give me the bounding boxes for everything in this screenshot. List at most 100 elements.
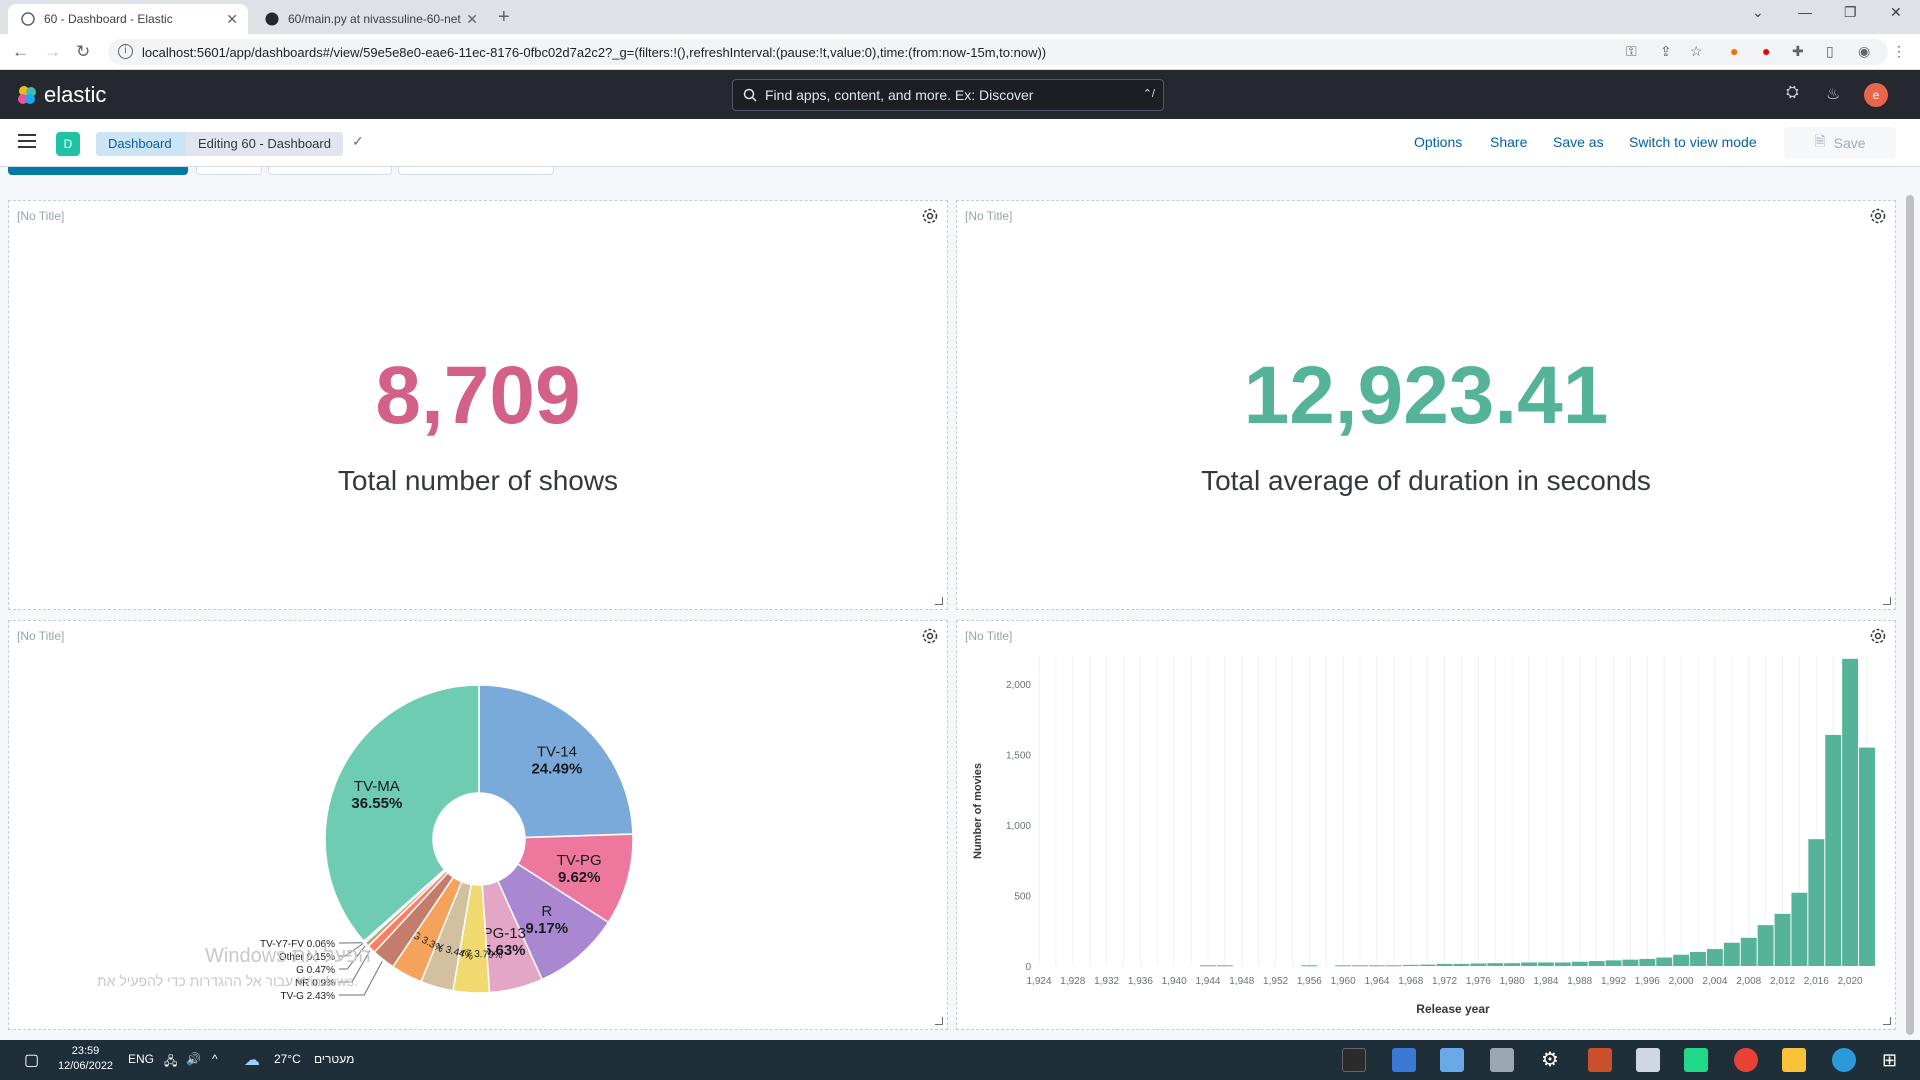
histogram-bar[interactable] — [1690, 951, 1706, 966]
histogram-bar[interactable] — [1808, 839, 1825, 966]
histogram-bar[interactable] — [1521, 962, 1537, 966]
save-button[interactable]: 🗎 Save — [1784, 127, 1896, 159]
global-search-input[interactable]: Find apps, content, and more. Ex: Discov… — [732, 79, 1164, 111]
histogram-bar[interactable] — [1554, 962, 1571, 966]
reload-icon[interactable]: ↻ — [76, 42, 90, 62]
switch-to-view-mode-button[interactable]: Switch to view mode — [1629, 134, 1757, 150]
bar-panel[interactable]: [No Title] 0 500 1,000 1,500 2,000 1,924 1,928… — [956, 620, 1896, 1030]
opera-extension-icon[interactable]: ● — [1762, 43, 1770, 59]
histogram-bar[interactable] — [1622, 959, 1639, 966]
key-icon[interactable]: ⚿ — [1626, 43, 1637, 60]
bookmark-star-icon[interactable]: ☆ — [1690, 43, 1703, 60]
bar-chart[interactable]: 0 500 1,000 1,500 2,000 1,924 1,928 1,932 1,936 1… — [957, 621, 1887, 1021]
browser-tab-active[interactable]: 60 - Dashboard - Elastic ✕ — [8, 4, 248, 34]
close-tab-icon[interactable]: ✕ — [226, 11, 238, 28]
histogram-bar[interactable] — [1402, 964, 1419, 966]
metric-panel-shows[interactable]: [No Title] 8,709 Total number of shows — [8, 200, 948, 610]
share-icon[interactable]: ⇪ — [1660, 43, 1672, 60]
info-icon[interactable]: i — [118, 44, 133, 59]
clock[interactable]: 23:59 12/06/2022 — [58, 1044, 113, 1074]
histogram-bar[interactable] — [1757, 925, 1774, 966]
app-icon[interactable] — [1392, 1048, 1416, 1072]
histogram-bar[interactable] — [1335, 965, 1352, 967]
pycharm-icon[interactable] — [1684, 1048, 1708, 1072]
edge-icon[interactable] — [1832, 1048, 1856, 1072]
browser-tab[interactable]: 60/main.py at nivassuline-60-net ✕ — [252, 4, 488, 34]
histogram-bar[interactable] — [1639, 958, 1656, 966]
histogram-bar[interactable] — [1656, 957, 1673, 966]
volume-icon[interactable]: 🔊 — [186, 1052, 201, 1066]
histogram-bar[interactable] — [1605, 960, 1622, 966]
app-icon[interactable] — [1636, 1048, 1660, 1072]
histogram-bar[interactable] — [1859, 747, 1875, 966]
resize-handle[interactable] — [935, 597, 943, 605]
histogram-bar[interactable] — [1470, 963, 1487, 966]
metric-panel-duration[interactable]: [No Title] 12,923.41 Total average of du… — [956, 200, 1896, 610]
app-icon[interactable] — [1440, 1048, 1464, 1072]
new-tab-button[interactable]: + — [498, 6, 510, 29]
resize-handle[interactable] — [1883, 597, 1891, 605]
histogram-bar[interactable] — [1504, 963, 1521, 966]
breadcrumb-dashboard[interactable]: Dashboard — [96, 132, 186, 156]
restore-button[interactable]: ❐ — [1844, 4, 1857, 21]
resize-handle[interactable] — [935, 1017, 943, 1025]
page-scrollbar[interactable] — [1906, 195, 1914, 1035]
save-as-button[interactable]: Save as — [1553, 134, 1604, 150]
notification-icon[interactable]: ▢ — [24, 1050, 39, 1070]
pie-panel[interactable]: [No Title] TV-14 24.49% TV-PG 9.62% R 9.17% PG… — [8, 620, 948, 1030]
share-button[interactable]: Share — [1490, 134, 1527, 150]
histogram-bar[interactable] — [1842, 658, 1859, 966]
chevron-up-icon[interactable]: ^ — [212, 1052, 218, 1066]
histogram-bar[interactable] — [1385, 965, 1402, 967]
tab-search-icon[interactable]: ⌄ — [1752, 4, 1764, 21]
histogram-bar[interactable] — [1369, 965, 1385, 967]
histogram-bar[interactable] — [1571, 961, 1588, 966]
address-bar[interactable]: i localhost:5601/app/dashboards#/view/59… — [108, 39, 1888, 65]
weather-temp[interactable]: 27°C — [274, 1052, 301, 1066]
histogram-bar[interactable] — [1453, 963, 1470, 966]
terminal-app-icon[interactable] — [1342, 1048, 1366, 1072]
back-icon[interactable]: ← — [12, 42, 29, 62]
app-icon[interactable] — [1490, 1048, 1514, 1072]
windows-start-icon[interactable]: ⊞ — [1882, 1048, 1906, 1072]
app-icon[interactable] — [1588, 1048, 1612, 1072]
settings-gear-icon[interactable]: ⚙ — [1538, 1048, 1562, 1072]
newsfeed-icon[interactable]: ♨ — [1826, 84, 1840, 104]
sidepanel-icon[interactable]: ▯ — [1826, 43, 1834, 60]
elastic-logo[interactable]: elastic — [16, 82, 106, 108]
histogram-bar[interactable] — [1200, 965, 1216, 967]
forward-icon[interactable]: → — [44, 42, 61, 62]
histogram-bar[interactable] — [1825, 734, 1842, 966]
puzzle-icon[interactable]: ✚ — [1792, 43, 1804, 60]
histogram-bar[interactable] — [1723, 942, 1740, 966]
profile-icon[interactable]: ◉ — [1858, 43, 1870, 60]
close-tab-icon[interactable]: ✕ — [466, 11, 478, 28]
minimize-button[interactable]: — — [1798, 4, 1812, 20]
menu-toggle-icon[interactable] — [18, 134, 36, 152]
language-indicator[interactable]: ENG — [128, 1052, 154, 1066]
extension-icon[interactable]: ● — [1730, 43, 1738, 59]
histogram-bar[interactable] — [1774, 913, 1791, 966]
histogram-bar[interactable] — [1419, 964, 1436, 966]
histogram-bar[interactable] — [1301, 965, 1318, 967]
histogram-bar[interactable] — [1740, 937, 1757, 966]
file-explorer-icon[interactable] — [1782, 1048, 1806, 1072]
chrome-icon[interactable] — [1734, 1048, 1758, 1072]
help-icon[interactable]: ⛭ — [1786, 84, 1799, 102]
histogram-bar[interactable] — [1791, 892, 1808, 966]
gear-icon[interactable] — [1869, 207, 1887, 225]
histogram-bar[interactable] — [1487, 963, 1504, 966]
close-window-button[interactable]: ✕ — [1890, 4, 1902, 21]
menu-icon[interactable]: ⋮ — [1892, 43, 1906, 60]
resize-handle[interactable] — [1883, 1017, 1891, 1025]
gear-icon[interactable] — [921, 207, 939, 225]
histogram-bar[interactable] — [1436, 963, 1453, 966]
histogram-bar[interactable] — [1673, 954, 1690, 966]
weather-icon[interactable]: ☁ — [244, 1050, 260, 1070]
space-badge[interactable]: D — [56, 132, 80, 156]
histogram-bar[interactable] — [1706, 949, 1723, 966]
user-avatar[interactable]: e — [1864, 83, 1888, 107]
network-icon[interactable]: 🖧 — [164, 1052, 177, 1073]
histogram-bar[interactable] — [1352, 965, 1369, 967]
pie-chart[interactable]: TV-1424.49%TV-PG9.62%R9.17%PG-135.63%TV-… — [9, 621, 939, 1021]
